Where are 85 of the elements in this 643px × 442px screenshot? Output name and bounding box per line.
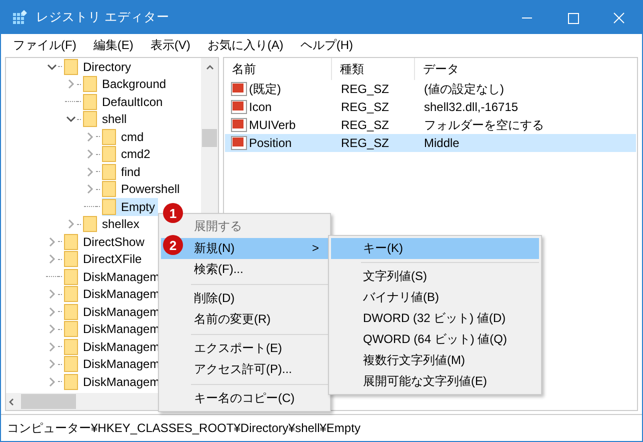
- tree-item[interactable]: Empty: [102, 198, 158, 216]
- tree-item[interactable]: DiskManagem: [64, 338, 163, 356]
- menu-item[interactable]: お気に入り(A): [201, 36, 290, 54]
- tree-item[interactable]: find: [102, 163, 144, 180]
- menu-item[interactable]: 編集(E): [87, 36, 140, 54]
- value-type: REG_SZ: [340, 136, 390, 150]
- value-row[interactable]: Icon REG_SZ shell32.dll,-16715: [225, 98, 636, 116]
- menu-item[interactable]: DWORD (32 ビット) 値(D): [331, 308, 539, 329]
- menu-item[interactable]: 展開可能な文字列値(E): [331, 371, 539, 392]
- tree-item[interactable]: DiskManagem: [64, 286, 163, 303]
- value-row[interactable]: MUIVerb REG_SZ フォルダーを空にする: [225, 116, 636, 134]
- tree-item[interactable]: shell: [83, 110, 130, 128]
- window-title: レジストリ エディター: [36, 9, 170, 26]
- value-data: フォルダーを空にする: [423, 116, 545, 134]
- menu-item[interactable]: QWORD (64 ビット) 値(Q): [331, 329, 539, 350]
- value-type: REG_SZ: [340, 118, 390, 132]
- folder-icon: [64, 58, 78, 75]
- tree-item[interactable]: DiskManagem: [64, 320, 163, 338]
- folder-icon: [64, 321, 78, 338]
- scrollbar-thumb[interactable]: [202, 129, 217, 147]
- column-header[interactable]: データ: [415, 58, 637, 80]
- value-data: shell32.dll,-16715: [423, 100, 520, 114]
- value-name: (既定): [249, 80, 281, 98]
- folder-icon: [64, 356, 78, 372]
- value-type: REG_SZ: [340, 82, 390, 96]
- tree-item[interactable]: DirectXFile: [64, 250, 145, 268]
- folder-icon: [64, 234, 78, 250]
- folder-icon: [102, 146, 116, 162]
- string-value-icon: [231, 82, 247, 96]
- string-value-icon: [231, 136, 247, 150]
- tree-item[interactable]: DiskManagem: [64, 268, 163, 286]
- value-type: REG_SZ: [340, 100, 390, 114]
- tree-item[interactable]: DiskManagem: [64, 303, 163, 320]
- folder-icon: [83, 76, 97, 92]
- tree-item[interactable]: Background: [83, 76, 170, 93]
- menu-item[interactable]: キー名のコピー(C): [161, 388, 328, 409]
- folder-icon: [102, 198, 116, 215]
- menu-item[interactable]: エクスポート(E): [161, 338, 328, 359]
- folder-icon: [64, 268, 78, 285]
- value-data: (値の設定なし): [423, 80, 505, 98]
- tree-item[interactable]: cmd: [102, 128, 147, 146]
- tree-item[interactable]: DefaultIcon: [83, 93, 166, 110]
- folder-icon: [102, 128, 116, 145]
- folder-icon: [64, 374, 78, 390]
- value-name: Position: [249, 136, 292, 150]
- folder-icon: [83, 94, 97, 110]
- folder-icon: [83, 216, 97, 232]
- folder-icon: [64, 304, 78, 320]
- column-header[interactable]: 名前: [224, 58, 332, 80]
- folder-icon: [64, 338, 78, 355]
- tree-item[interactable]: DiskManagem: [64, 373, 163, 390]
- menu-item[interactable]: ファイル(F): [7, 36, 82, 54]
- menu-item[interactable]: 名前の変更(R): [161, 309, 328, 330]
- tree-item[interactable]: DirectShow: [64, 233, 148, 250]
- tree-item[interactable]: shellex: [83, 216, 142, 233]
- scrollbar-thumb[interactable]: [21, 394, 76, 409]
- menu-item[interactable]: アクセス許可(P)...: [161, 359, 328, 380]
- tree-item[interactable]: DiskManagem: [64, 356, 163, 373]
- column-header[interactable]: 種類: [332, 58, 415, 80]
- registry-icon: [12, 10, 28, 26]
- menu-item[interactable]: 削除(D): [161, 288, 328, 309]
- value-data: Middle: [423, 136, 460, 150]
- menu-item[interactable]: 複数行文字列値(M): [331, 350, 539, 371]
- value-row[interactable]: Position REG_SZ Middle: [225, 134, 636, 152]
- folder-icon: [64, 251, 78, 268]
- menu-item[interactable]: 表示(V): [144, 36, 196, 54]
- value-row[interactable]: (既定) REG_SZ (値の設定なし): [225, 80, 636, 98]
- folder-icon: [102, 181, 116, 198]
- value-name: MUIVerb: [249, 118, 296, 132]
- menu-item[interactable]: ヘルプ(H): [294, 36, 359, 54]
- tree-item[interactable]: cmd2: [102, 146, 154, 163]
- status-path: コンピューター¥HKEY_CLASSES_ROOT¥Directory¥shell¥Empty: [7, 420, 360, 436]
- string-value-icon: [231, 100, 247, 114]
- string-value-icon: [231, 118, 247, 132]
- menu-item[interactable]: キー(K): [331, 238, 539, 259]
- folder-icon: [83, 111, 97, 128]
- menu-item[interactable]: バイナリ値(B): [331, 287, 539, 308]
- menu-item[interactable]: 文字列値(S): [331, 266, 539, 287]
- tree-item[interactable]: Powershell: [102, 180, 183, 198]
- menu-item[interactable]: 検索(F)...: [161, 259, 328, 280]
- tree-item[interactable]: Directory: [64, 58, 134, 76]
- step-badge: 1: [163, 203, 183, 223]
- value-name: Icon: [249, 100, 272, 114]
- folder-icon: [102, 164, 116, 180]
- folder-icon: [64, 286, 78, 302]
